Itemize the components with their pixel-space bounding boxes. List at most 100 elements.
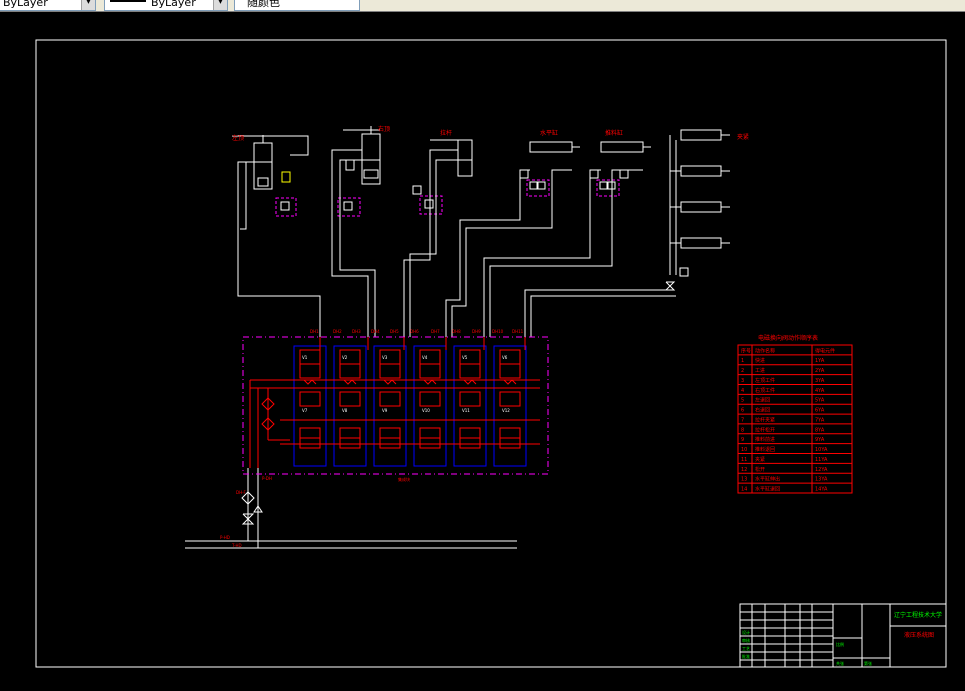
actuator-label-2: 右顶	[378, 125, 390, 133]
valve-label-7: V7	[302, 408, 308, 413]
drawing-canvas[interactable]: 左顶 右顶 拉杆 水平缸 推料缸 夹紧 V1 V2 V3 V4 V5 V6 V7…	[0, 12, 965, 687]
legend-header-cell: 序号	[741, 347, 751, 354]
valve-label-8: V8	[342, 408, 348, 413]
port-label-7: DH7	[431, 329, 440, 334]
port-label-9: DH9	[472, 329, 481, 334]
legend-cell: 6	[741, 408, 744, 414]
legend-cell: 2	[741, 368, 744, 374]
port-label-8: DH8	[452, 329, 461, 334]
cylinder-1	[232, 135, 309, 217]
legend-cell: 8	[741, 427, 744, 433]
valve-label-6: V6	[502, 355, 508, 360]
legend-cell: 5YA	[815, 398, 825, 404]
cylinder-3	[412, 139, 473, 215]
legend-cell: 2YA	[815, 368, 825, 374]
legend-cell: 14YA	[815, 487, 828, 493]
actuator-group	[232, 126, 730, 291]
legend-cell: 水平缸退回	[755, 486, 780, 493]
scale-label: 比例	[836, 641, 844, 647]
port-label-4: DH4	[371, 329, 380, 334]
port-label-3: DH3	[352, 329, 361, 334]
legend-cell: 1	[741, 358, 744, 364]
valve-label-1: V1	[302, 355, 308, 360]
legend-cell: 3	[741, 378, 744, 384]
legend-cell: 快进	[755, 357, 765, 364]
valve-label-3: V3	[382, 355, 388, 360]
legend-cell: 拉杆松开	[755, 426, 775, 433]
color-dropdown[interactable]: 随颜色	[234, 0, 360, 11]
legend-header-cell: 得电元件	[815, 347, 835, 354]
legend-cell: 9	[741, 437, 744, 443]
actuator-label-3: 拉杆	[440, 129, 452, 137]
legend-cell: 4YA	[815, 388, 825, 394]
inlet-label: P-DH	[262, 476, 272, 481]
cylinder-4	[519, 141, 580, 197]
legend-cell: 推料退回	[755, 446, 775, 453]
port-label-5: DH5	[390, 329, 399, 334]
legend-cell: 拉杆夹紧	[755, 416, 775, 423]
cylinder-5	[589, 141, 651, 197]
valve-label-9: V9	[382, 408, 388, 413]
legend-cell: 4	[741, 388, 744, 394]
linetype-swatch	[110, 0, 146, 2]
valve-label-11: V11	[462, 408, 470, 413]
valve-label-12: V12	[502, 408, 510, 413]
legend-cell: 10YA	[815, 447, 828, 453]
linetype-dropdown-value: ByLayer	[151, 0, 196, 9]
sheet-total: 共张	[836, 660, 844, 666]
cylinder-stack-6	[664, 129, 730, 291]
legend-cell: 7YA	[815, 417, 825, 423]
return-line-label: T-HD	[231, 543, 242, 548]
pump-assembly	[241, 491, 263, 525]
cad-drawing: 左顶 右顶 拉杆 水平缸 推料缸 夹紧 V1 V2 V3 V4 V5 V6 V7…	[35, 39, 947, 668]
linetype-dropdown[interactable]: ByLayer ▼	[104, 0, 228, 11]
sheet-number: 第张	[864, 660, 872, 666]
legend-cell: 9YA	[815, 437, 825, 443]
layer-dropdown[interactable]: ByLayer ▼	[0, 0, 96, 11]
piping	[185, 149, 676, 549]
actuator-label-5: 推料缸	[605, 129, 623, 137]
field-process: 工艺	[742, 646, 750, 651]
filter-label: DH-F	[236, 490, 247, 495]
legend-table: 电磁换向阀动作顺序表 序号 动作名称 得电元件 1 快进 1YA 2 工进 2YA 3 左顶工件 3Y…	[737, 334, 853, 494]
valve-label-5: V5	[462, 355, 468, 360]
port-label-11: DH11	[512, 329, 524, 334]
pressure-line-label: P-HD	[220, 535, 230, 540]
legend-cell: 右顶工件	[755, 387, 775, 394]
legend-cell: 5	[741, 398, 744, 404]
legend-cell: 13YA	[815, 477, 828, 483]
legend-cell: 左顶工件	[755, 377, 775, 384]
chevron-down-icon[interactable]: ▼	[213, 0, 227, 10]
actuator-label-6: 夹紧	[737, 133, 749, 141]
legend-cell: 13	[741, 477, 747, 483]
legend-cell: 松开	[755, 466, 765, 473]
legend-cell: 左退回	[755, 397, 770, 404]
legend-cell: 右退回	[755, 407, 770, 414]
legend-cell: 12YA	[815, 467, 828, 473]
properties-toolbar: ByLayer ▼ ByLayer ▼ 随颜色	[0, 0, 965, 12]
field-design: 设计	[742, 629, 750, 635]
drawing-name: 液压系统图	[904, 631, 934, 639]
actuator-label-4: 水平缸	[540, 129, 558, 137]
legend-header-cell: 动作名称	[755, 347, 775, 354]
port-label-6: DH6	[410, 329, 419, 334]
legend-cell: 7	[741, 417, 744, 423]
actuator-label-1: 左顶	[232, 134, 244, 142]
chevron-down-icon[interactable]: ▼	[81, 0, 95, 10]
valve-label-2: V2	[342, 355, 348, 360]
field-approve: 批准	[742, 653, 750, 659]
legend-cell: 1YA	[815, 358, 825, 364]
valve-label-4: V4	[422, 355, 428, 360]
layer-dropdown-value: ByLayer	[3, 0, 48, 9]
valve-stations	[249, 337, 540, 468]
legend-cell: 水平缸伸出	[755, 476, 780, 483]
color-dropdown-value: 随颜色	[247, 0, 280, 9]
legend-cell: 8YA	[815, 427, 825, 433]
actuator-labels: 左顶 右顶 拉杆 水平缸 推料缸 夹紧	[232, 125, 749, 142]
legend-cell: 14	[741, 487, 747, 493]
port-label-2: DH2	[333, 329, 342, 334]
port-label-10: DH10	[492, 329, 504, 334]
title-block: 辽宁工程技术大学 液压系统图 设计 审核 工艺 批准 比例 共张 第张	[739, 603, 947, 668]
legend-table-title: 电磁换向阀动作顺序表	[758, 334, 818, 342]
legend-rows: 序号 动作名称 得电元件 1 快进 1YA 2 工进 2YA 3 左顶工件 3YA 4 右顶工件 4YA 5 左…	[738, 347, 852, 493]
